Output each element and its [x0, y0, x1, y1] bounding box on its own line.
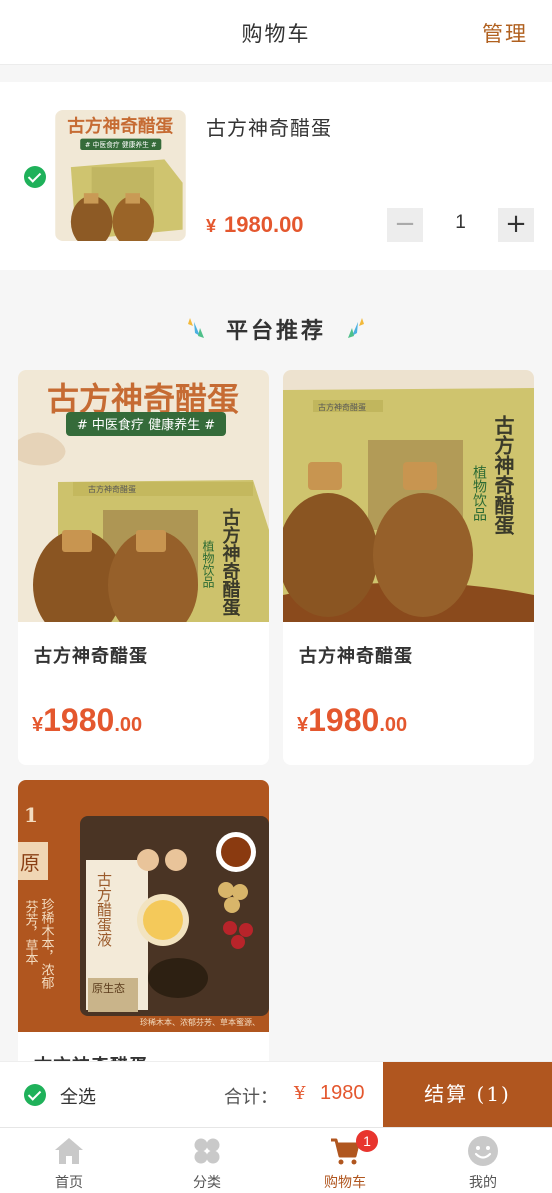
- product-price: ¥1980.00: [297, 702, 408, 738]
- tab-label: 购物车: [324, 1175, 366, 1191]
- svg-text:原生态: 原生态: [92, 981, 125, 995]
- category-icon: [194, 1138, 220, 1164]
- manage-button[interactable]: 管理: [482, 18, 528, 48]
- svg-text:植物饮品: 植物饮品: [201, 539, 215, 588]
- svg-text:# 中医食疗 健康养生 #: # 中医食疗 健康养生 #: [85, 140, 157, 149]
- page-title: 购物车: [241, 22, 311, 46]
- cart-badge: 1: [356, 1130, 378, 1152]
- tab-label: 首页: [55, 1175, 83, 1191]
- svg-text:古方醋蛋液: 古方醋蛋液: [95, 872, 113, 947]
- select-all-label[interactable]: 全选: [60, 1083, 96, 1109]
- navigation-bar: 购物车 管理: [0, 0, 552, 65]
- quantity-value[interactable]: 1: [423, 212, 498, 234]
- tab-category[interactable]: 分类: [138, 1128, 276, 1193]
- item-price: ¥1980.00: [206, 212, 304, 237]
- product-price: ¥1980.00: [32, 702, 143, 738]
- increase-button[interactable]: +: [498, 208, 534, 242]
- decrease-button[interactable]: −: [387, 208, 423, 242]
- svg-text:珍稀木本、浓郁芬芳、草本蜜源、: 珍稀木本、浓郁芬芳、草本蜜源、: [140, 1017, 260, 1027]
- item-name[interactable]: 古方神奇醋蛋: [206, 112, 332, 141]
- product-image[interactable]: 古方神奇醋蛋 古方神奇醋蛋 植物饮品: [283, 370, 534, 622]
- product-image[interactable]: 古方神奇醋蛋 # 中医食疗 健康养生 # 古方神奇醋蛋 古方神奇醋蛋 植物饮品: [18, 370, 269, 622]
- svg-text:植物饮品: 植物饮品: [471, 465, 487, 521]
- tab-label: 分类: [193, 1175, 221, 1191]
- tab-bar: 首页 分类 1 购物车 我的: [0, 1127, 552, 1193]
- quantity-stepper: − 1 +: [387, 208, 534, 242]
- sparkle-icon: [348, 318, 364, 338]
- svg-text:原: 原: [20, 851, 40, 875]
- checkout-button[interactable]: 结算 (1): [383, 1062, 552, 1128]
- total-label: 合计：: [224, 1087, 278, 1108]
- svg-text:古方神奇醋蛋: 古方神奇醋蛋: [318, 402, 366, 412]
- tab-label: 我的: [469, 1175, 497, 1191]
- profile-icon: [468, 1136, 498, 1166]
- tab-profile[interactable]: 我的: [414, 1128, 552, 1193]
- total-amount: 1980: [320, 1082, 365, 1104]
- product-image[interactable]: 1 原 芬芳，草本 珍稀木本，浓郁 古方醋蛋液 原生态 珍稀木本、浓郁芬芳、草本…: [18, 780, 269, 1032]
- product-card[interactable]: 古方神奇醋蛋 # 中医食疗 健康养生 # 古方神奇醋蛋 古方神奇醋蛋 植物饮品 …: [18, 370, 269, 765]
- svg-text:古方神奇醋蛋: 古方神奇醋蛋: [491, 414, 515, 536]
- product-card[interactable]: 古方神奇醋蛋 古方神奇醋蛋 植物饮品 古方神奇醋蛋 ¥1980.00: [283, 370, 534, 765]
- cart-item: 古方神奇醋蛋 # 中医食疗 健康养生 # 古方神奇醋蛋 ¥1980.00 − 1…: [0, 82, 552, 270]
- total-currency: ¥: [294, 1083, 306, 1104]
- product-name[interactable]: 古方神奇醋蛋: [34, 642, 148, 668]
- select-all-checkbox[interactable]: [24, 1084, 46, 1106]
- svg-text:# 中医食疗 健康养生 #: # 中医食疗 健康养生 #: [77, 417, 215, 433]
- svg-text:古方神奇醋蛋: 古方神奇醋蛋: [220, 507, 241, 617]
- svg-text:珍稀木本，浓郁: 珍稀木本，浓郁: [39, 898, 55, 990]
- home-icon: [55, 1138, 83, 1164]
- item-checkbox[interactable]: [24, 166, 46, 188]
- svg-text:芬芳，草本: 芬芳，草本: [23, 900, 39, 965]
- tab-cart[interactable]: 1 购物车: [276, 1128, 414, 1193]
- cart-item-image[interactable]: 古方神奇醋蛋 # 中医食疗 健康养生 #: [55, 110, 186, 241]
- svg-text:古方神奇醋蛋: 古方神奇醋蛋: [67, 115, 173, 137]
- product-name[interactable]: 古方神奇醋蛋: [299, 642, 413, 668]
- svg-text:1: 1: [24, 803, 38, 827]
- checkout-bar: 全选 合计： ¥ 1980 结算 (1): [0, 1061, 552, 1128]
- svg-text:古方神奇醋蛋: 古方神奇醋蛋: [88, 484, 136, 494]
- tab-home[interactable]: 首页: [0, 1128, 138, 1193]
- section-title: 平台推荐: [225, 318, 326, 344]
